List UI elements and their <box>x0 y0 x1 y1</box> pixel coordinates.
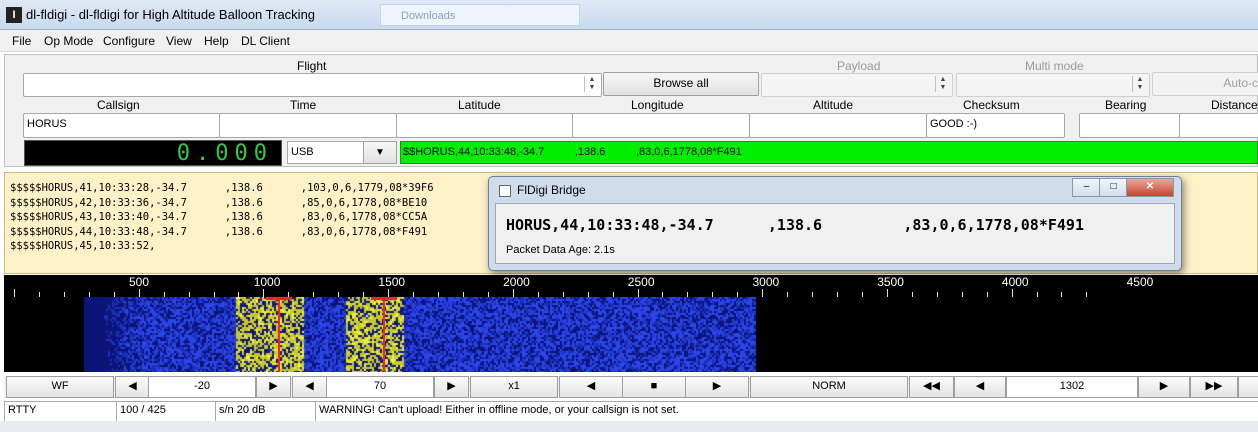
longitude-label: Longitude <box>631 98 684 112</box>
offset-up-icon[interactable]: ▶ <box>256 376 291 398</box>
time-label: Time <box>290 98 317 112</box>
scale-label: 3000 <box>752 275 780 289</box>
payload-select[interactable]: ▲ ▼ <box>761 73 953 97</box>
menu-op-mode[interactable]: Op Mode <box>44 34 93 48</box>
minimize-icon[interactable]: – <box>1072 178 1101 197</box>
offset-down-icon[interactable]: ◀ <box>115 376 150 398</box>
fast-forward-icon[interactable]: ▶▶ <box>1190 376 1238 398</box>
altitude-field[interactable] <box>749 113 927 138</box>
rx-status-line: $$HORUS,44,10:33:48,-34.7 ,138.6 ,83,0,6… <box>400 141 1258 164</box>
waterfall-canvas[interactable] <box>4 297 1258 372</box>
multimode-label: Multi mode <box>1025 59 1084 73</box>
scale-label: 1500 <box>378 275 406 289</box>
status-bar: RTTY 100 / 425 s/n 20 dB WARNING! Can't … <box>4 401 1258 422</box>
chevron-down-icon[interactable]: ▼ <box>363 141 397 164</box>
scale-label: 3500 <box>877 275 904 289</box>
bearing-field[interactable] <box>1079 113 1180 138</box>
spinner-icon: ▲ ▼ <box>1132 76 1147 92</box>
scale-label: 2000 <box>503 275 530 289</box>
app-icon: I <box>6 7 22 23</box>
scale-tick <box>1011 289 1013 297</box>
range-up-icon[interactable]: ▶ <box>434 376 469 398</box>
wf-mode-button[interactable]: WF <box>6 376 114 398</box>
scale-label: 4500 <box>1126 275 1154 289</box>
scale-tick <box>637 289 639 297</box>
distance-label: Distance <box>1211 98 1258 112</box>
range-value[interactable]: 70 <box>326 376 434 398</box>
menu-bar: File Op Mode Configure View Help DL Clie… <box>0 30 1258 52</box>
fldigi-bridge-window: FlDigi Bridge – □ ✕ HORUS,44,10:33:48,-3… <box>488 176 1182 271</box>
scale-tick <box>138 289 140 297</box>
status-message: WARNING! Can't upload! Either in offline… <box>315 401 1258 422</box>
menu-configure[interactable]: Configure <box>103 34 155 48</box>
window-icon <box>499 185 511 197</box>
menu-dl-client[interactable]: DL Client <box>241 34 290 48</box>
window-title: dl-fldigi - dl-fldigi for High Altitude … <box>26 7 316 22</box>
spinner-icon: ▲ ▼ <box>584 76 599 92</box>
payload-label: Payload <box>837 59 881 73</box>
status-sn: s/n 20 dB <box>215 401 318 422</box>
zoom-button[interactable]: x1 <box>470 376 558 398</box>
auto-config-button[interactable]: Auto-c <box>1152 72 1258 96</box>
space-line <box>383 300 385 372</box>
zoom-center-icon[interactable]: ■ <box>622 376 686 398</box>
scale-tick <box>388 289 390 297</box>
spinner-icon: ▲ ▼ <box>935 76 950 92</box>
rewind-icon[interactable]: ◀ <box>954 376 1006 398</box>
packet-age: Packet Data Age: 2.1s <box>506 244 615 256</box>
maximize-icon[interactable]: □ <box>1099 178 1128 197</box>
zoom-out-icon[interactable]: ◀ <box>559 376 623 398</box>
scale-tick <box>14 289 15 297</box>
checksum-label: Checksum <box>963 98 1020 112</box>
taskbar-edge <box>0 421 1258 432</box>
callsign-field[interactable]: HORUS <box>23 113 220 138</box>
waterfall-controls: WF ◀ -20 ▶ ◀ 70 ▶ x1 ◀ ■ ▶ NORM ◀◀ ◀ 130… <box>4 376 1258 398</box>
distance-field[interactable] <box>1179 113 1258 138</box>
menu-help[interactable]: Help <box>204 34 229 48</box>
scale-label: 2500 <box>627 275 655 289</box>
scale-tick <box>762 289 764 297</box>
bridge-body: HORUS,44,10:33:48,-34.7 ,138.6 ,83,0,6,1… <box>495 203 1175 264</box>
menu-file[interactable]: File <box>12 34 31 48</box>
speed-button[interactable]: NORM <box>750 376 908 398</box>
scale-tick <box>512 289 514 297</box>
multimode-select[interactable]: ▲ ▼ <box>956 73 1150 97</box>
zoom-in-icon[interactable]: ▶ <box>685 376 749 398</box>
flight-select[interactable]: ▲ ▼ <box>23 73 602 97</box>
status-rate: 100 / 425 <box>116 401 219 422</box>
callsign-label: Callsign <box>97 98 140 112</box>
altitude-label: Altitude <box>813 98 854 112</box>
latitude-field[interactable] <box>396 113 574 138</box>
close-icon[interactable]: ✕ <box>1126 178 1174 197</box>
carrier-value[interactable]: 1302 <box>1006 376 1138 398</box>
offset-value[interactable]: -20 <box>148 376 256 398</box>
range-down-icon[interactable]: ◀ <box>292 376 327 398</box>
scale-tick <box>263 289 265 297</box>
frequency-scale[interactable]: 500 1000 1500 2000 2500 3000 3500 4000 4500 <box>4 275 1258 297</box>
fast-rewind-icon[interactable]: ◀◀ <box>909 376 954 398</box>
background-window-tab[interactable]: Downloads <box>380 4 580 26</box>
menu-view[interactable]: View <box>166 34 192 48</box>
frequency-display[interactable]: 0.000 <box>24 140 282 166</box>
title-bar: I dl-fldigi - dl-fldigi for High Altitud… <box>0 0 1258 30</box>
checksum-field[interactable]: GOOD :-) <box>926 113 1065 138</box>
scale-label: 4000 <box>1001 275 1029 289</box>
bearing-label: Bearing <box>1105 98 1147 112</box>
waterfall-display[interactable] <box>4 297 1258 372</box>
scale-label: 1000 <box>253 275 281 289</box>
status-mode[interactable]: RTTY <box>4 401 119 422</box>
bridge-title: FlDigi Bridge <box>517 183 586 197</box>
scale-tick <box>886 289 888 297</box>
bridge-sentence: HORUS,44,10:33:48,-34.7 ,138.6 ,83,0,6,1… <box>506 216 1084 234</box>
mark-line <box>278 300 280 372</box>
scale-label: 500 <box>129 275 150 289</box>
more-button[interactable] <box>1238 376 1258 398</box>
latitude-label: Latitude <box>458 98 501 112</box>
browse-all-button[interactable]: Browse all <box>603 72 759 96</box>
forward-icon[interactable]: ▶ <box>1138 376 1190 398</box>
time-field[interactable] <box>219 113 397 138</box>
longitude-field[interactable] <box>572 113 750 138</box>
flight-label: Flight <box>297 59 327 73</box>
